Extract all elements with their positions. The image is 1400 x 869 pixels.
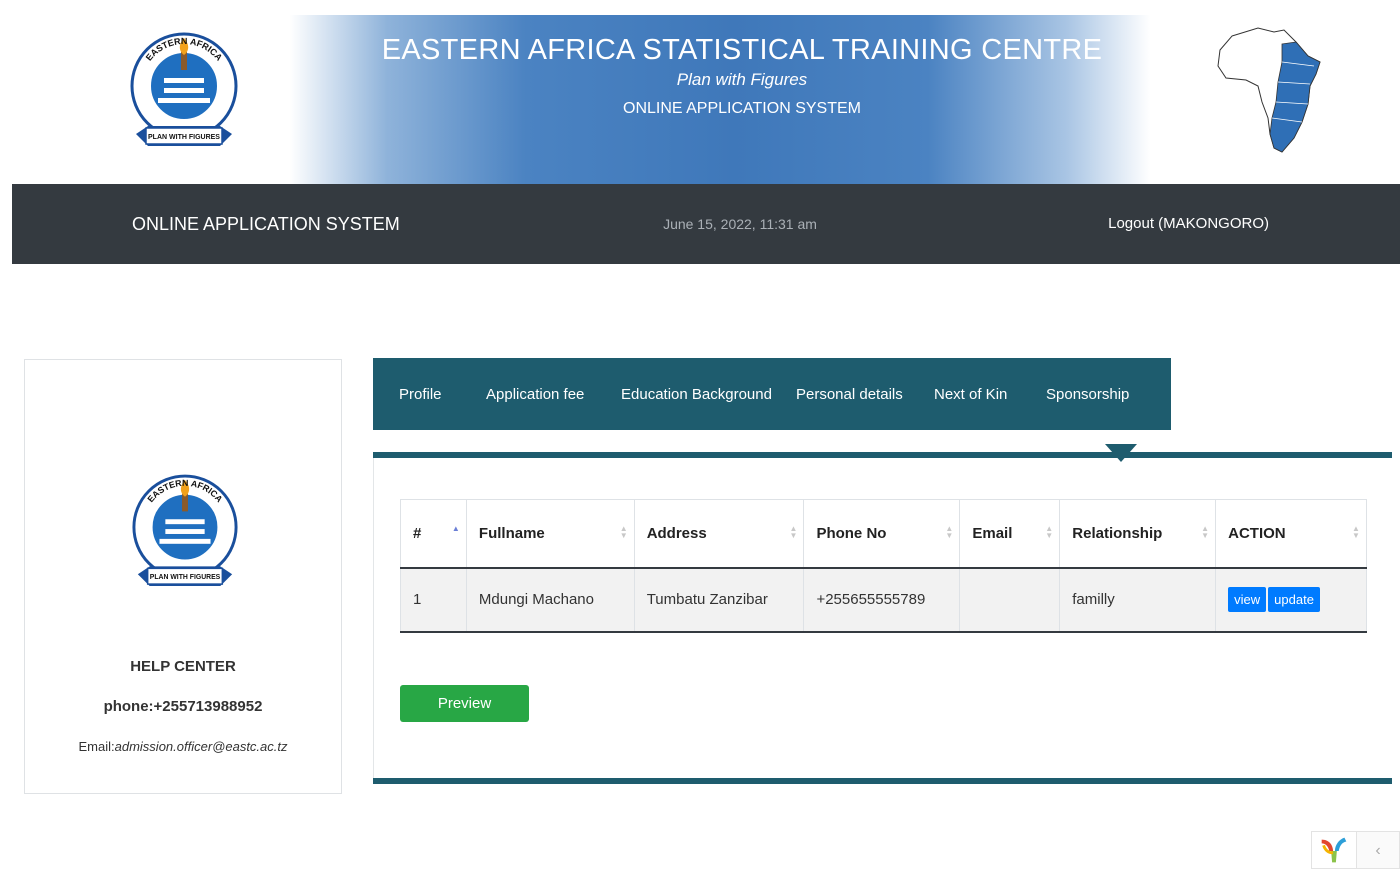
col-header-number[interactable]: # ▲ bbox=[400, 499, 467, 569]
sort-icon: ▲ bbox=[451, 524, 460, 533]
cell-address: Tumbatu Zanzibar bbox=[633, 567, 805, 632]
cell-email bbox=[959, 567, 1061, 632]
debug-toolbar-toggle[interactable]: ‹ bbox=[1357, 831, 1400, 869]
tab-next-of-kin[interactable]: Next of Kin bbox=[934, 386, 1007, 403]
help-email: Email:admission.officer@eastc.ac.tz bbox=[25, 739, 341, 754]
tagline: Plan with Figures bbox=[676, 70, 808, 89]
eastc-logo: EASTERN AFRICA PLAN WITH FIGURES bbox=[128, 22, 240, 162]
sidebar-logo: EASTERN AFRICA PLAN WITH FIGURES bbox=[130, 458, 240, 608]
sort-icon: ▲ ▼ bbox=[789, 524, 798, 540]
cell-phone: +255655555789 bbox=[803, 567, 961, 632]
application-tabs: Profile Application fee Education Backgr… bbox=[373, 358, 1171, 430]
col-header-relationship[interactable]: Relationship ▲ ▼ bbox=[1059, 499, 1217, 569]
page-title: EASTERN AFRICA STATISTICAL TRAINING CENT… bbox=[381, 34, 1103, 66]
col-header-email[interactable]: Email ▲ ▼ bbox=[959, 499, 1061, 569]
cell-action: view update bbox=[1215, 567, 1367, 632]
tab-profile[interactable]: Profile bbox=[399, 386, 442, 403]
next-of-kin-table: # ▲ Fullname ▲ ▼ Address ▲ ▼ Phone No ▲ ▼ Email… bbox=[400, 499, 1367, 633]
help-email-address[interactable]: admission.officer@eastc.ac.tz bbox=[115, 739, 288, 754]
eastc-seal-icon: EASTERN AFRICA PLAN WITH FIGURES bbox=[130, 32, 238, 146]
navbar-brand[interactable]: ONLINE APPLICATION SYSTEM bbox=[132, 214, 400, 235]
help-center-card: EASTERN AFRICA PLAN WITH FIGURES HELP CE… bbox=[24, 359, 342, 794]
tab-application-fee[interactable]: Application fee bbox=[486, 386, 584, 403]
banner-subtitle: ONLINE APPLICATION SYSTEM bbox=[623, 100, 861, 117]
col-header-phone[interactable]: Phone No ▲ ▼ bbox=[803, 499, 961, 569]
top-navbar: ONLINE APPLICATION SYSTEM June 15, 2022,… bbox=[12, 184, 1400, 264]
cell-number: 1 bbox=[400, 567, 467, 632]
panel-left-border bbox=[373, 458, 374, 778]
cell-relationship: familly bbox=[1059, 567, 1217, 632]
col-header-fullname[interactable]: Fullname ▲ ▼ bbox=[465, 499, 635, 569]
logout-link[interactable]: Logout (MAKONGORO) bbox=[1108, 215, 1269, 232]
cell-fullname: Mdungi Machano bbox=[465, 567, 635, 632]
svg-text:PLAN WITH FIGURES: PLAN WITH FIGURES bbox=[150, 574, 221, 581]
sort-icon: ▲ ▼ bbox=[945, 524, 954, 540]
yii-logo-icon[interactable] bbox=[1311, 831, 1357, 869]
eastern-africa-map bbox=[1212, 22, 1330, 158]
col-header-action[interactable]: ACTION ▲ ▼ bbox=[1215, 499, 1367, 569]
help-center-title: HELP CENTER bbox=[130, 658, 236, 675]
table-row: 1 Mdungi Machano Tumbatu Zanzibar +25565… bbox=[400, 567, 1367, 632]
svg-text:PLAN WITH FIGURES: PLAN WITH FIGURES bbox=[148, 134, 220, 141]
table-header-row: # ▲ Fullname ▲ ▼ Address ▲ ▼ Phone No ▲ ▼ Email… bbox=[400, 499, 1367, 569]
help-email-label: Email: bbox=[78, 739, 115, 754]
panel-bottom-border bbox=[373, 778, 1392, 784]
africa-map-icon bbox=[1217, 27, 1321, 153]
eastc-seal-icon: EASTERN AFRICA PLAN WITH FIGURES bbox=[132, 474, 238, 587]
sort-icon: ▲ ▼ bbox=[1352, 524, 1360, 540]
sort-icon: ▲ ▼ bbox=[619, 524, 628, 540]
debug-toolbar: ‹ bbox=[1311, 831, 1400, 869]
active-tab-pointer bbox=[1105, 444, 1137, 462]
col-header-address[interactable]: Address ▲ ▼ bbox=[633, 499, 805, 569]
current-datetime: June 15, 2022, 11:31 am bbox=[663, 216, 817, 232]
sort-icon: ▲ ▼ bbox=[1045, 524, 1054, 540]
preview-application-button[interactable]: Preview Application bbox=[400, 685, 529, 749]
tab-education-background[interactable]: Education Background bbox=[621, 386, 772, 403]
tab-personal-details[interactable]: Personal details bbox=[796, 386, 903, 403]
update-button[interactable]: update bbox=[1268, 587, 1320, 612]
help-phone: phone:+255713988952 bbox=[103, 698, 263, 715]
panel-top-border bbox=[373, 452, 1392, 458]
tab-sponsorship[interactable]: Sponsorship bbox=[1046, 386, 1129, 403]
sort-icon: ▲ ▼ bbox=[1201, 524, 1210, 540]
view-button[interactable]: view bbox=[1228, 587, 1267, 612]
